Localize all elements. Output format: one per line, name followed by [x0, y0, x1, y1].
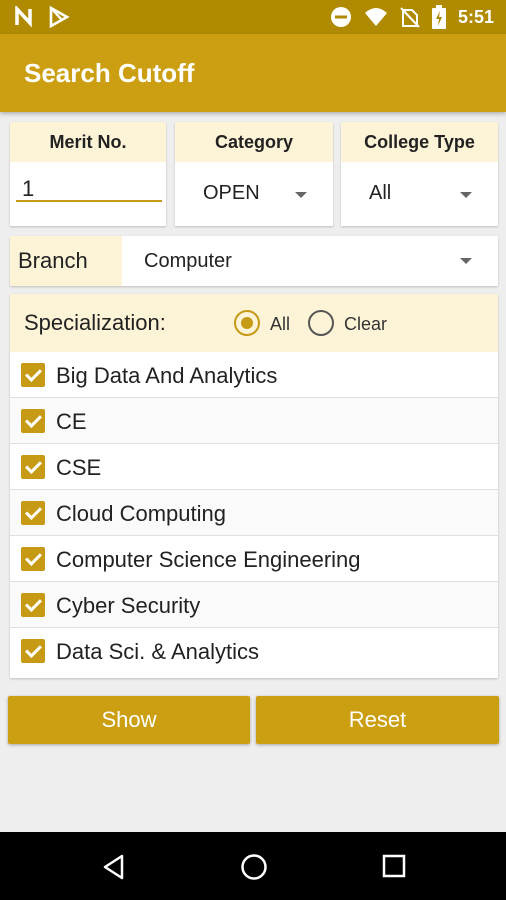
list-item[interactable]: Big Data And Analytics: [10, 352, 498, 398]
list-item-label: Computer Science Engineering: [56, 547, 361, 572]
back-icon[interactable]: [101, 854, 127, 880]
page-title: Search Cutoff: [24, 58, 195, 88]
branch-label: Branch: [10, 236, 122, 286]
list-item-label: Cyber Security: [56, 593, 201, 618]
chevron-down-icon: [460, 258, 472, 264]
wifi-icon: [364, 8, 387, 26]
list-item-label: Cloud Computing: [56, 501, 226, 526]
category-label: Category: [175, 122, 333, 162]
no-sim-icon: [400, 7, 420, 28]
category-card: Category OPEN: [175, 122, 333, 226]
recents-icon[interactable]: [382, 854, 406, 878]
list-item-label: CE: [56, 409, 87, 434]
chevron-down-icon: [460, 192, 472, 198]
list-item[interactable]: Computer Science Engineering: [10, 536, 498, 582]
do-not-disturb-icon: [330, 7, 351, 27]
list-item[interactable]: Data Sci. & Analytics: [10, 628, 498, 674]
category-select[interactable]: OPEN: [175, 182, 333, 210]
checkbox-checked-icon[interactable]: [21, 363, 45, 387]
checkbox-checked-icon[interactable]: [21, 639, 45, 663]
specialization-label: Specialization:: [24, 310, 166, 335]
college-type-value: All: [369, 182, 392, 204]
show-button[interactable]: Show: [8, 696, 250, 744]
specialization-card: Specialization: All Clear Big Data And A…: [10, 294, 498, 678]
checkbox-checked-icon[interactable]: [21, 501, 45, 525]
radio-clear[interactable]: [308, 310, 334, 336]
merit-input[interactable]: 1: [16, 176, 162, 202]
list-item[interactable]: CSE: [10, 444, 498, 490]
n-notification-icon: [15, 6, 32, 28]
college-type-label: College Type: [341, 122, 498, 162]
branch-value: Computer: [144, 250, 232, 272]
list-item[interactable]: Cyber Security: [10, 582, 498, 628]
branch-card: Branch Computer: [10, 236, 498, 286]
status-time: 5:51: [457, 6, 494, 27]
college-type-card: College Type All: [341, 122, 498, 226]
list-item-label: CSE: [56, 455, 102, 480]
checkbox-checked-icon[interactable]: [21, 547, 45, 571]
play-store-icon: [49, 6, 70, 28]
college-type-select[interactable]: All: [341, 182, 498, 210]
radio-all[interactable]: [234, 310, 260, 336]
list-item[interactable]: CE: [10, 398, 498, 444]
specialization-header: Specialization: All Clear: [10, 294, 498, 352]
merit-card: Merit No. 1: [10, 122, 166, 226]
checkbox-checked-icon[interactable]: [21, 409, 45, 433]
checkbox-checked-icon[interactable]: [21, 593, 45, 617]
merit-label: Merit No.: [10, 122, 166, 162]
status-bar: 5:51: [0, 0, 506, 34]
reset-button[interactable]: Reset: [256, 696, 499, 744]
checkbox-checked-icon[interactable]: [21, 455, 45, 479]
app-bar: Search Cutoff: [0, 34, 506, 112]
category-value: OPEN: [203, 182, 260, 204]
branch-select[interactable]: Computer: [122, 236, 498, 286]
system-nav-bar: [0, 832, 506, 900]
battery-charging-icon: [431, 5, 446, 29]
list-item-label: Big Data And Analytics: [56, 363, 278, 388]
list-item[interactable]: Cloud Computing: [10, 490, 498, 536]
radio-all-label: All: [270, 314, 291, 334]
home-icon[interactable]: [240, 853, 268, 881]
radio-clear-label: Clear: [344, 314, 388, 334]
chevron-down-icon: [295, 192, 307, 198]
list-item-label: Data Sci. & Analytics: [56, 639, 259, 664]
